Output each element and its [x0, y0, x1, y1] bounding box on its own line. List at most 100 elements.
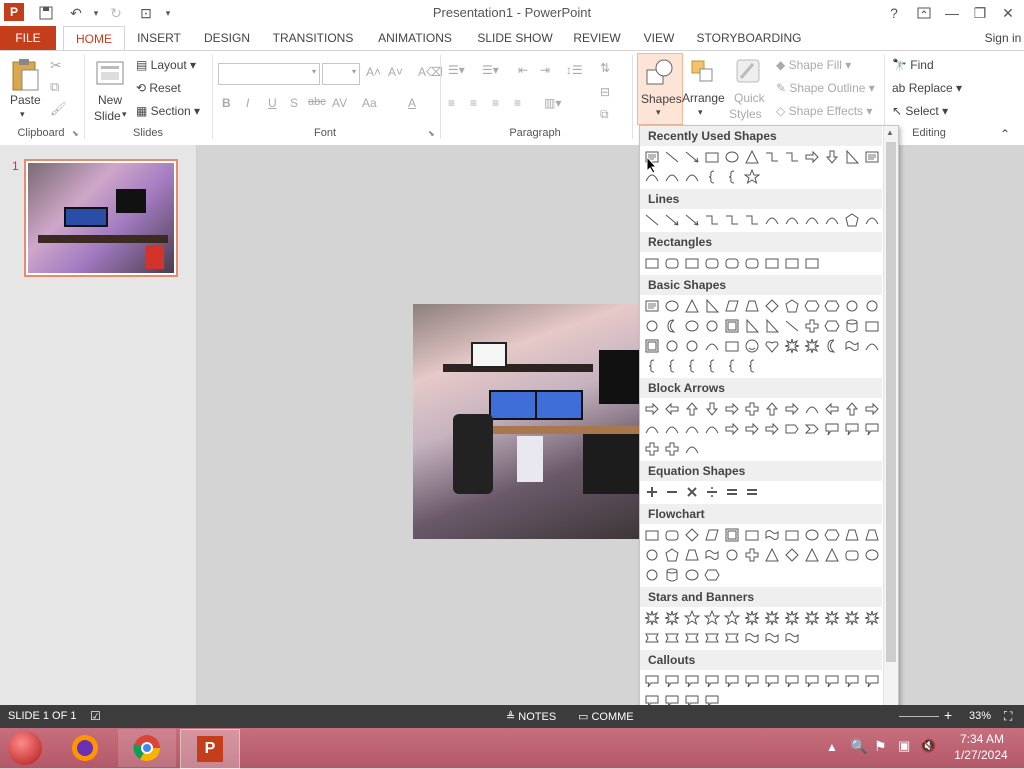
shape-callout-icon[interactable]	[662, 671, 682, 691]
shape-callout-icon[interactable]	[642, 671, 662, 691]
shape-elbow-icon[interactable]	[742, 210, 762, 230]
shape-sarrow-icon[interactable]	[762, 419, 782, 439]
shape-curve-icon[interactable]	[782, 210, 802, 230]
shape-sarrow-icon[interactable]	[802, 147, 822, 167]
shape-curve-icon[interactable]	[802, 399, 822, 419]
shape-rrect-icon[interactable]	[662, 525, 682, 545]
shape-moon-icon[interactable]	[822, 336, 842, 356]
shape-sarrow-icon[interactable]	[862, 399, 882, 419]
shape-times-icon[interactable]	[682, 482, 702, 502]
paste-button[interactable]: Paste	[10, 93, 41, 107]
shape-rtri-icon[interactable]	[842, 147, 862, 167]
shape-wave-icon[interactable]	[842, 336, 862, 356]
shape-burst-icon[interactable]	[802, 608, 822, 628]
find-button[interactable]: 🔭 Find	[892, 58, 934, 72]
shape-circ-icon[interactable]	[642, 316, 662, 336]
tab-animations[interactable]: ANIMATIONS	[372, 26, 458, 50]
shape-curve-icon[interactable]	[762, 210, 782, 230]
shape-wave-icon[interactable]	[782, 628, 802, 648]
font-size-combobox[interactable]: ▾	[322, 63, 360, 85]
shape-brace-icon[interactable]	[722, 167, 742, 187]
shape-plus-icon[interactable]	[642, 482, 662, 502]
shape-line-icon[interactable]	[662, 147, 682, 167]
shape-fill-button[interactable]: ◆ Shape Fill ▾	[776, 58, 851, 72]
shape-frame-icon[interactable]	[722, 316, 742, 336]
shape-tri-icon[interactable]	[802, 545, 822, 565]
search-icon[interactable]: 🔍	[850, 738, 867, 755]
shape-curve-icon[interactable]	[822, 210, 842, 230]
tab-file[interactable]: FILE	[0, 26, 56, 50]
shape-burst-icon[interactable]	[782, 608, 802, 628]
shape-textbox-icon[interactable]	[642, 296, 662, 316]
tab-view[interactable]: VIEW	[638, 26, 680, 50]
shape-darrow-icon[interactable]	[702, 399, 722, 419]
shape-rrect-icon[interactable]	[662, 253, 682, 273]
shape-rect-icon[interactable]	[782, 253, 802, 273]
shape-circ-icon[interactable]	[682, 336, 702, 356]
shape-sarrow-icon[interactable]	[722, 419, 742, 439]
shape-banner-icon[interactable]	[682, 628, 702, 648]
shape-curve-icon[interactable]	[642, 419, 662, 439]
shape-rect-icon[interactable]	[722, 336, 742, 356]
align-right-icon[interactable]: ≡	[492, 96, 499, 110]
decrease-indent-icon[interactable]: ⇤	[518, 63, 528, 77]
font-name-combobox[interactable]: ▾	[218, 63, 320, 85]
shape-curve-icon[interactable]	[662, 419, 682, 439]
shape-callout-icon[interactable]	[782, 671, 802, 691]
shape-equal-icon[interactable]	[742, 482, 762, 502]
shape-wave-icon[interactable]	[762, 525, 782, 545]
shape-frame-icon[interactable]	[722, 525, 742, 545]
arrange-dropdown-icon[interactable]: ▾	[698, 107, 703, 118]
shape-rect-icon[interactable]	[742, 525, 762, 545]
shape-sarrow-icon[interactable]	[742, 419, 762, 439]
collapse-ribbon-icon[interactable]: ⌃	[1000, 127, 1010, 141]
shape-cross-icon[interactable]	[642, 439, 662, 459]
tab-slide-show[interactable]: SLIDE SHOW	[474, 26, 556, 50]
start-button-icon[interactable]	[8, 731, 42, 765]
shape-curve-icon[interactable]	[802, 210, 822, 230]
arrange-icon[interactable]	[688, 57, 718, 87]
shape-outline-button[interactable]: ✎ Shape Outline ▾	[776, 81, 875, 95]
firefox-icon[interactable]	[66, 731, 104, 765]
shape-rect-icon[interactable]	[642, 253, 662, 273]
shape-curve-icon[interactable]	[682, 439, 702, 459]
shape-hex-icon[interactable]	[822, 296, 842, 316]
tab-home[interactable]: HOME	[63, 26, 125, 51]
shape-burst-icon[interactable]	[782, 336, 802, 356]
increase-indent-icon[interactable]: ⇥	[540, 63, 550, 77]
shape-larrow-icon[interactable]	[822, 399, 842, 419]
show-hidden-icons-icon[interactable]: ▲	[826, 740, 838, 754]
shape-callout-icon[interactable]	[822, 419, 842, 439]
shape-hex-icon[interactable]	[802, 296, 822, 316]
shape-hex-icon[interactable]	[702, 565, 722, 585]
shape-sarrow-icon[interactable]	[722, 399, 742, 419]
shape-larrow-icon[interactable]	[662, 399, 682, 419]
shape-brace-icon[interactable]	[702, 167, 722, 187]
shape-callout-icon[interactable]	[742, 671, 762, 691]
shape-curve-icon[interactable]	[702, 336, 722, 356]
shape-hex-icon[interactable]	[822, 316, 842, 336]
shape-callout-icon[interactable]	[822, 671, 842, 691]
fit-slide-icon[interactable]: ⛶	[1004, 709, 1012, 724]
tab-insert[interactable]: INSERT	[133, 26, 185, 50]
chrome-icon[interactable]	[118, 729, 176, 767]
shape-tri-icon[interactable]	[762, 545, 782, 565]
action-center-flag-icon[interactable]: ⚑	[874, 738, 887, 755]
shape-oval-icon[interactable]	[682, 316, 702, 336]
text-shadow-button[interactable]: S	[290, 96, 298, 110]
shape-diamond-icon[interactable]	[762, 296, 782, 316]
arrange-button[interactable]: Arrange	[682, 91, 725, 105]
underline-button[interactable]: U	[268, 96, 277, 110]
shape-rect-icon[interactable]	[642, 525, 662, 545]
shape-divide-icon[interactable]	[702, 482, 722, 502]
shape-rtri-icon[interactable]	[742, 316, 762, 336]
volume-muted-icon[interactable]: 🔇	[920, 738, 936, 754]
shape-star-icon[interactable]	[702, 608, 722, 628]
character-spacing-button[interactable]: AV	[332, 96, 347, 110]
shape-sarrow-icon[interactable]	[642, 399, 662, 419]
shape-curve-icon[interactable]	[682, 167, 702, 187]
shape-cross-icon[interactable]	[802, 316, 822, 336]
ribbon-display-options-icon[interactable]	[910, 2, 938, 24]
smartart-icon[interactable]: ⧉	[600, 107, 609, 122]
new-slide-label-1[interactable]: New	[98, 93, 122, 107]
